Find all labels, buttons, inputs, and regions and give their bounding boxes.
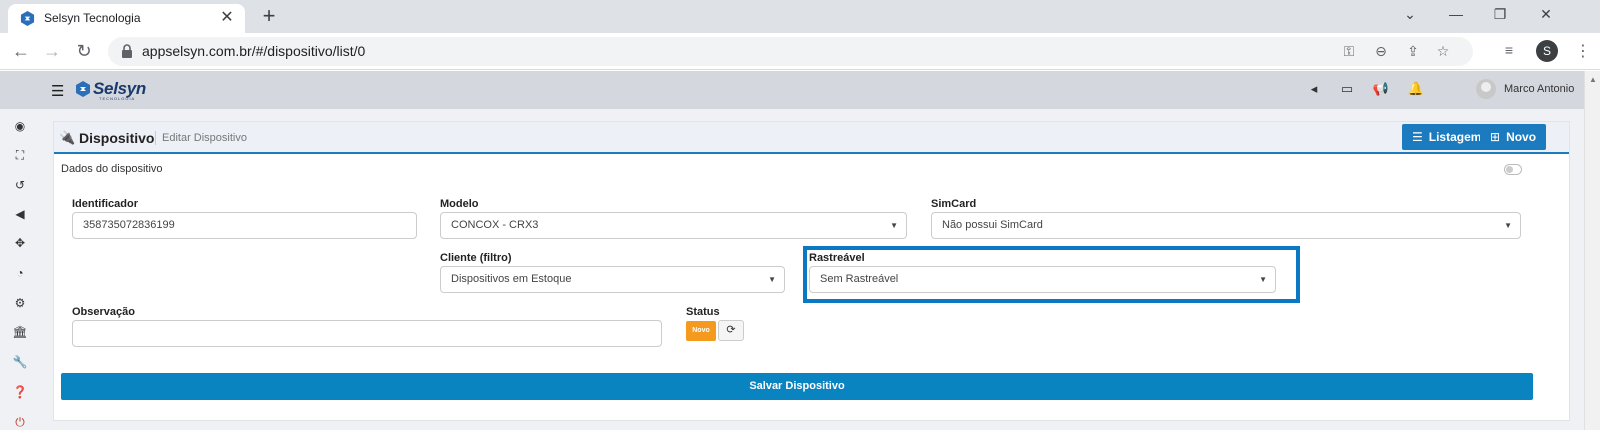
list-icon: ☰ xyxy=(1412,130,1423,144)
back-icon[interactable]: ← xyxy=(9,40,33,62)
dashboard-icon[interactable]: ◉ xyxy=(12,118,28,134)
key-icon[interactable]: ⚿ xyxy=(1340,43,1358,60)
app-container: ☰ Selsyn TECNOLOGIA ◂ ▭ 📢 🔔 Marco Antoni… xyxy=(0,71,1584,430)
caret-down-icon: ▼ xyxy=(1259,275,1267,284)
page-title: Dispositivo xyxy=(79,130,155,146)
url-text: appselsyn.com.br/#/dispositivo/list/0 xyxy=(142,43,366,59)
refresh-icon: ⟳ xyxy=(726,324,736,336)
identificador-label: Identificador xyxy=(72,198,139,210)
sidebar: ◉ ⛶ ↺ ◀ ✥ ◔ ⚙ 🏛 🔧 ❓ ⏻ xyxy=(0,109,40,430)
user-name[interactable]: Marco Antonio xyxy=(1504,83,1574,95)
observacao-input[interactable] xyxy=(72,320,662,347)
browser-tabbar: Selsyn Tecnologia ✕ + ⌄ — ❐ ✕ xyxy=(0,0,1600,33)
lock-icon xyxy=(122,44,132,58)
minimize-icon[interactable]: — xyxy=(1446,6,1466,22)
caret-down-icon: ▼ xyxy=(1504,221,1512,230)
novo-label: Novo xyxy=(1506,130,1537,144)
rastreavel-select[interactable]: Sem Rastreável ▼ xyxy=(809,266,1276,293)
modelo-select[interactable]: CONCOX - CRX3 ▼ xyxy=(440,212,907,239)
card-header: 🔌 Dispositivo Editar Dispositivo ☰ Listag… xyxy=(54,122,1569,154)
power-icon[interactable]: ⏻ xyxy=(12,414,28,430)
restore-icon[interactable]: ❐ xyxy=(1490,6,1510,23)
browser-toolbar: ← → ↻ appselsyn.com.br/#/dispositivo/lis… xyxy=(0,33,1600,70)
logo-subtext: TECNOLOGIA xyxy=(99,96,136,101)
tab-title: Selsyn Tecnologia xyxy=(44,11,141,25)
page-subtitle: Editar Dispositivo xyxy=(155,131,247,145)
app-topnav: ☰ Selsyn TECNOLOGIA ◂ ▭ 📢 🔔 Marco Antoni… xyxy=(0,71,1584,109)
address-bar[interactable]: appselsyn.com.br/#/dispositivo/list/0 ⚿ … xyxy=(108,37,1473,66)
rastreavel-value: Sem Rastreável xyxy=(820,273,899,285)
modelo-label: Modelo xyxy=(440,198,479,210)
scroll-up-icon[interactable]: ▲ xyxy=(1589,75,1597,84)
plug-icon: 🔌 xyxy=(59,130,76,145)
forward-icon[interactable]: → xyxy=(40,40,64,62)
save-device-button[interactable]: Salvar Dispositivo xyxy=(61,373,1533,400)
plus-square-icon: ⊞ xyxy=(1490,130,1501,144)
selsyn-logo-icon xyxy=(76,81,90,97)
identificador-value: 358735072836199 xyxy=(83,219,175,231)
refresh-status-button[interactable]: ⟳ xyxy=(718,320,744,341)
reading-list-icon[interactable]: ≡ xyxy=(1500,42,1518,58)
novo-button[interactable]: ⊞ Novo xyxy=(1480,124,1547,150)
bell-icon[interactable]: 🔔 xyxy=(1407,81,1425,97)
wrench-icon[interactable]: 🔧 xyxy=(12,354,28,370)
help-icon[interactable]: ❓ xyxy=(12,384,28,400)
section-label: Dados do dispositivo xyxy=(61,163,163,175)
device-card: 🔌 Dispositivo Editar Dispositivo ☰ Listag… xyxy=(53,121,1570,421)
history-icon[interactable]: ↺ xyxy=(12,177,28,193)
cliente-value: Dispositivos em Estoque xyxy=(451,273,572,285)
page-scrollbar[interactable]: ▲ xyxy=(1584,71,1600,430)
bank-icon[interactable]: 🏛 xyxy=(12,324,28,340)
rastreavel-label: Rastreável xyxy=(809,252,865,264)
reload-icon[interactable]: ↻ xyxy=(72,40,96,62)
bookmark-star-icon[interactable]: ☆ xyxy=(1434,43,1452,60)
collapse-left-icon[interactable]: ◂ xyxy=(1305,81,1323,97)
identificador-input[interactable]: 358735072836199 xyxy=(72,212,417,239)
section-toggle[interactable] xyxy=(1504,164,1522,175)
map-icon[interactable]: ⛶ xyxy=(12,147,28,163)
user-avatar[interactable] xyxy=(1476,79,1496,99)
pie-chart-icon[interactable]: ◔ xyxy=(12,265,28,281)
simcard-value: Não possui SimCard xyxy=(942,219,1043,231)
simcard-label: SimCard xyxy=(931,198,977,210)
tab-close-icon[interactable]: ✕ xyxy=(217,8,237,28)
cliente-select[interactable]: Dispositivos em Estoque ▼ xyxy=(440,266,785,293)
share-icon[interactable]: ⇪ xyxy=(1404,43,1422,60)
modelo-value: CONCOX - CRX3 xyxy=(451,219,539,231)
new-tab-icon[interactable]: + xyxy=(256,3,282,29)
profile-avatar[interactable]: S xyxy=(1536,40,1558,62)
tab-search-chevron-icon[interactable]: ⌄ xyxy=(1400,6,1420,23)
hamburger-menu-icon[interactable]: ☰ xyxy=(51,82,64,100)
move-icon[interactable]: ✥ xyxy=(12,235,28,251)
selsyn-favicon-icon xyxy=(20,11,35,26)
cliente-label: Cliente (filtro) xyxy=(440,252,512,264)
megaphone-icon[interactable]: ◀ xyxy=(12,206,28,222)
status-label: Status xyxy=(686,306,720,318)
zoom-icon[interactable]: ⊖ xyxy=(1372,43,1390,60)
status-badge: Novo xyxy=(686,321,716,341)
browser-menu-icon[interactable]: ⋮ xyxy=(1575,41,1591,61)
monitor-icon[interactable]: ▭ xyxy=(1338,81,1356,97)
megaphone-icon[interactable]: 📢 xyxy=(1372,81,1390,97)
cogs-icon[interactable]: ⚙ xyxy=(12,295,28,311)
browser-tab[interactable]: Selsyn Tecnologia ✕ xyxy=(8,4,245,33)
listagem-button[interactable]: ☰ Listagem xyxy=(1402,124,1492,150)
caret-down-icon: ▼ xyxy=(768,275,776,284)
simcard-select[interactable]: Não possui SimCard ▼ xyxy=(931,212,1521,239)
observacao-label: Observação xyxy=(72,306,135,318)
listagem-label: Listagem xyxy=(1428,130,1482,144)
window-close-icon[interactable]: ✕ xyxy=(1536,6,1556,23)
caret-down-icon: ▼ xyxy=(890,221,898,230)
